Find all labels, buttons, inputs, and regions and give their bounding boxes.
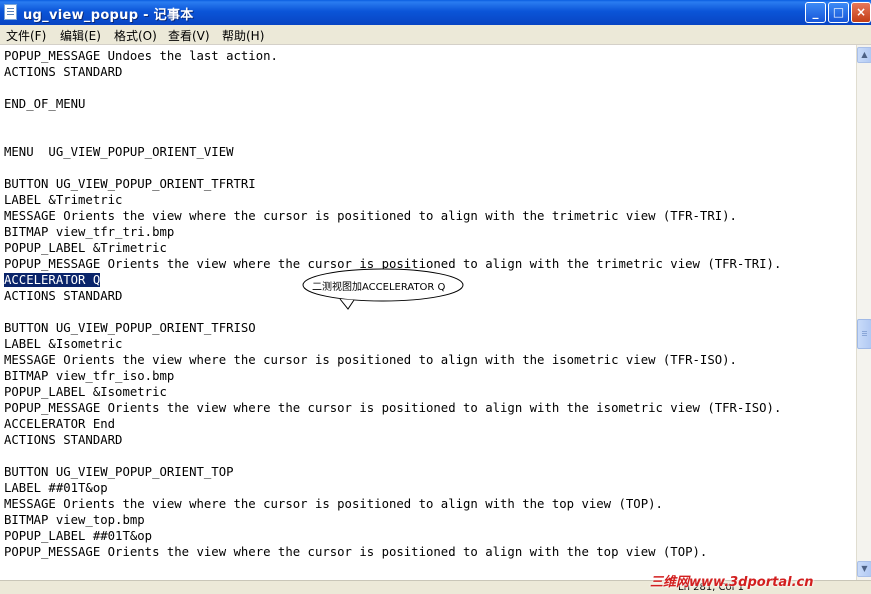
window-title: ug_view_popup - 记事本 (23, 8, 194, 23)
text-line: MESSAGE Orients the view where the curso… (4, 209, 737, 223)
menu-edit[interactable]: 编辑(E) (60, 27, 101, 44)
text-editor[interactable]: POPUP_MESSAGE Undoes the last action. ACT… (0, 45, 856, 593)
text-line (4, 160, 781, 176)
watermark-logo: 三维网www.3dportal.cn (650, 575, 814, 590)
maximize-button[interactable]: □ (828, 2, 849, 23)
text-line: ACTIONS STANDARD (4, 65, 123, 79)
text-line: BITMAP view_tfr_iso.bmp (4, 369, 175, 383)
menu-view[interactable]: 查看(V) (168, 27, 210, 44)
menu-format[interactable]: 格式(O) (114, 27, 157, 44)
text-line (4, 448, 781, 464)
text-line: BITMAP view_top.bmp (4, 513, 145, 527)
text-line: POPUP_MESSAGE Orients the view where the… (4, 545, 708, 559)
text-line: POPUP_LABEL &Trimetric (4, 241, 167, 255)
text-line: ACCELERATOR End (4, 417, 116, 431)
text-line (4, 112, 781, 128)
menu-help[interactable]: 帮助(H) (222, 27, 264, 44)
text-line: MESSAGE Orients the view where the curso… (4, 497, 663, 511)
text-line: BUTTON UG_VIEW_POPUP_ORIENT_TFRISO (4, 321, 256, 335)
text-line: LABEL &Isometric (4, 337, 123, 351)
selected-text[interactable]: ACCELERATOR Q (4, 273, 101, 287)
text-line: LABEL ##01T&op (4, 481, 108, 495)
annotation-callout: 二测视图加ACCELERATOR Q (302, 268, 465, 310)
text-line: MESSAGE Orients the view where the curso… (4, 353, 737, 367)
text-line: ACTIONS STANDARD (4, 433, 123, 447)
text-line: LABEL &Trimetric (4, 193, 123, 207)
title-bar: ug_view_popup - 记事本 _ □ × (0, 0, 871, 25)
text-line: END_OF_MENU (4, 97, 86, 111)
scroll-up-icon[interactable]: ▲ (857, 47, 871, 63)
scrollbar-thumb[interactable] (857, 319, 871, 349)
text-line: POPUP_MESSAGE Orients the view where the… (4, 401, 782, 415)
minimize-button[interactable]: _ (805, 2, 826, 23)
text-line: MENU UG_VIEW_POPUP_ORIENT_VIEW (4, 145, 234, 159)
text-line (4, 128, 781, 144)
text-line: POPUP_LABEL &Isometric (4, 385, 167, 399)
annotation-text: 二测视图加ACCELERATOR Q (312, 282, 446, 293)
notepad-icon (4, 4, 17, 20)
text-line (4, 80, 781, 96)
text-line: BITMAP view_tfr_tri.bmp (4, 225, 175, 239)
close-button[interactable]: × (851, 2, 871, 23)
vertical-scrollbar[interactable]: ▲ ▼ (856, 45, 871, 580)
text-line: POPUP_LABEL ##01T&op (4, 529, 153, 543)
menu-file[interactable]: 文件(F) (6, 27, 46, 44)
scroll-down-icon[interactable]: ▼ (857, 561, 871, 577)
menu-bar: 文件(F) 编辑(E) 格式(O) 查看(V) 帮助(H) (0, 25, 871, 45)
text-line: BUTTON UG_VIEW_POPUP_ORIENT_TOP (4, 465, 234, 479)
text-line: BUTTON UG_VIEW_POPUP_ORIENT_TFRTRI (4, 177, 256, 191)
text-line: POPUP_MESSAGE Undoes the last action. (4, 49, 278, 63)
